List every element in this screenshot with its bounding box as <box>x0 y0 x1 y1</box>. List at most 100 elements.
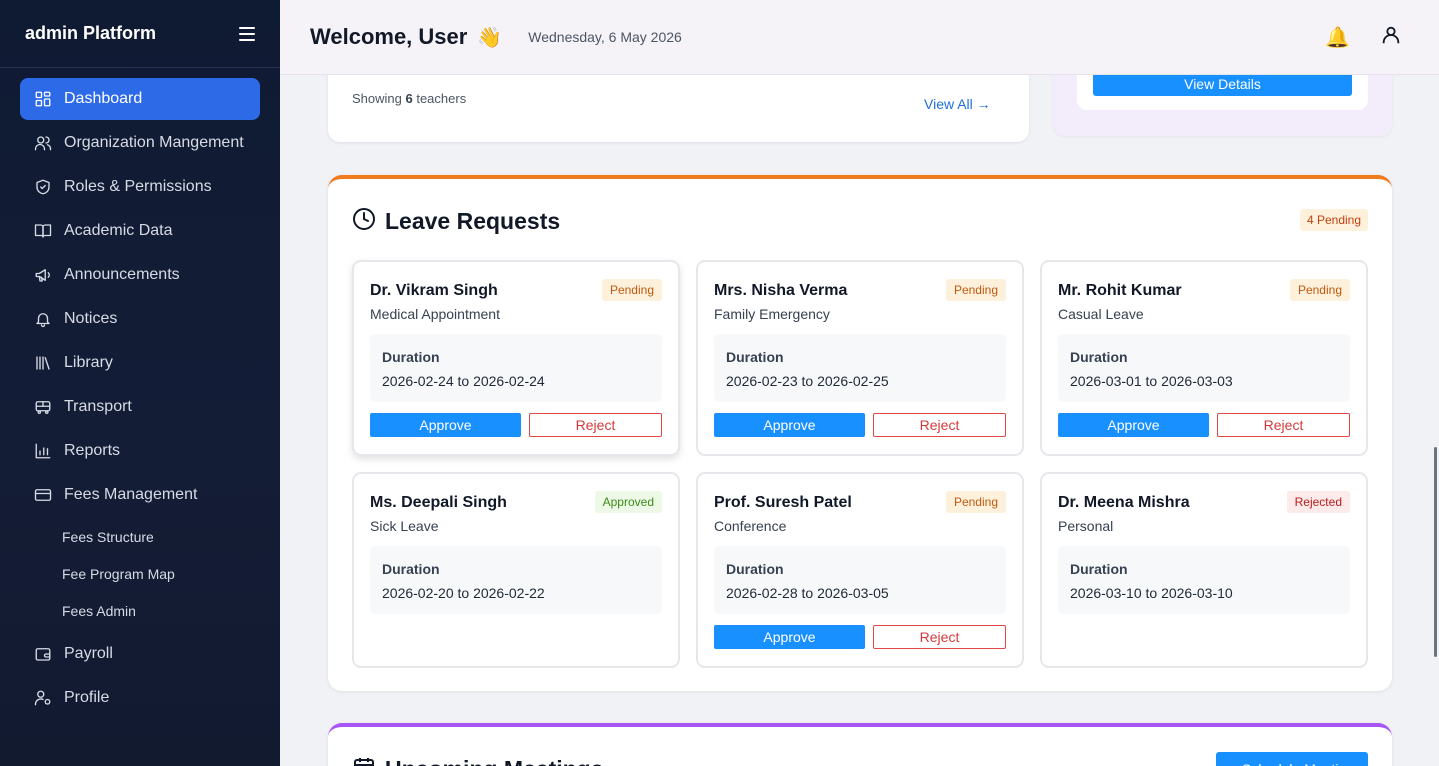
status-badge: Pending <box>1289 279 1350 301</box>
sidebar-item-academic[interactable]: Academic Data <box>20 210 260 252</box>
sidebar-subitem-fee-program-map[interactable]: Fee Program Map <box>20 555 260 592</box>
leave-request-card: Mrs. Nisha Verma Family Emergency Pendin… <box>696 260 1024 456</box>
summary-card: View Details <box>1053 75 1392 136</box>
sidebar-item-organization[interactable]: Organization Mangement <box>20 122 260 164</box>
leave-requests-grid: Dr. Vikram Singh Medical Appointment Pen… <box>352 260 1368 668</box>
sidebar-item-label: Academic Data <box>64 222 173 239</box>
sidebar-item-label: Roles & Permissions <box>64 178 212 195</box>
view-details-button[interactable]: View Details <box>1093 75 1352 96</box>
sidebar-item-label: Fees Management <box>64 486 198 503</box>
requester-name: Ms. Deepali Singh <box>370 494 507 511</box>
approve-button[interactable]: Approve <box>370 413 521 437</box>
welcome-title: Welcome, User <box>310 24 468 49</box>
brand-title: admin Platform <box>25 23 157 43</box>
duration-box: Duration 2026-02-23 to 2026-02-25 <box>714 334 1006 402</box>
duration-box: Duration 2026-03-01 to 2026-03-03 <box>1058 334 1350 402</box>
sidebar-item-notices[interactable]: Notices <box>20 298 260 340</box>
schedule-meeting-button[interactable]: + Schedule Meeting <box>1215 752 1368 766</box>
sidebar-item-label: Announcements <box>64 266 180 283</box>
reject-button[interactable]: Reject <box>873 413 1006 437</box>
sidebar-item-fees[interactable]: Fees Management <box>20 474 260 516</box>
chart-icon <box>34 442 52 460</box>
sidebar-item-label: Dashboard <box>64 90 143 107</box>
reject-button[interactable]: Reject <box>873 625 1006 649</box>
header-actions: 🔔 <box>1325 24 1402 51</box>
sidebar-item-announcements[interactable]: Announcements <box>20 254 260 296</box>
shield-icon <box>34 178 52 196</box>
sidebar-item-label: Transport <box>64 398 132 415</box>
requester-name: Mr. Rohit Kumar <box>1058 282 1182 299</box>
leave-request-card: Prof. Suresh Patel Conference Pending Du… <box>696 472 1024 668</box>
leave-type: Medical Appointment <box>370 306 500 322</box>
duration-box: Duration 2026-02-28 to 2026-03-05 <box>714 546 1006 614</box>
summary-card-inner: View Details <box>1077 75 1368 110</box>
duration-box: Duration 2026-02-24 to 2026-02-24 <box>370 334 662 402</box>
duration-value: 2026-03-01 to 2026-03-03 <box>1070 373 1233 389</box>
meetings-title: Upcoming Meetings <box>385 756 604 766</box>
requester-name: Dr. Vikram Singh <box>370 282 498 299</box>
approve-button[interactable]: Approve <box>714 413 865 437</box>
main-content: Showing 6 teachers View All → View Detai… <box>280 75 1439 766</box>
approve-button[interactable]: Approve <box>1058 413 1209 437</box>
teachers-card: Showing 6 teachers View All → <box>328 75 1029 142</box>
sidebar-item-dashboard[interactable]: Dashboard <box>20 78 260 120</box>
duration-value: 2026-02-28 to 2026-03-05 <box>726 585 889 601</box>
top-header: Welcome, User 👋 Wednesday, 6 May 2026 🔔 <box>280 0 1439 75</box>
status-badge: Approved <box>594 491 662 513</box>
duration-box: Duration 2026-03-10 to 2026-03-10 <box>1058 546 1350 614</box>
duration-label: Duration <box>382 561 440 577</box>
reject-button[interactable]: Reject <box>1217 413 1350 437</box>
duration-label: Duration <box>1070 349 1128 365</box>
sidebar-item-library[interactable]: Library <box>20 342 260 384</box>
duration-label: Duration <box>726 349 784 365</box>
sidebar-item-label: Library <box>64 354 113 371</box>
teachers-count: 6 <box>405 91 413 106</box>
users-icon <box>34 134 52 152</box>
sidebar-item-reports[interactable]: Reports <box>20 430 260 472</box>
user-cog-icon <box>34 689 52 707</box>
sidebar-item-payroll[interactable]: Payroll <box>20 633 260 675</box>
duration-value: 2026-02-23 to 2026-02-25 <box>726 373 889 389</box>
leave-requests-card: Leave Requests 4 Pending Dr. Vikram Sing… <box>328 175 1392 691</box>
upcoming-meetings-card: Upcoming Meetings + Schedule Meeting <box>328 723 1392 766</box>
sidebar-subitem-fees-admin[interactable]: Fees Admin <box>20 592 260 629</box>
sidebar-item-label: Payroll <box>64 645 113 662</box>
user-profile-icon[interactable] <box>1380 24 1402 51</box>
sidebar-item-label: Profile <box>64 689 110 706</box>
sidebar-item-transport[interactable]: Transport <box>20 386 260 428</box>
sidebar-item-label: Reports <box>64 442 121 459</box>
status-badge: Pending <box>945 491 1006 513</box>
wave-icon: 👋 <box>477 26 503 49</box>
requester-name: Prof. Suresh Patel <box>714 494 852 511</box>
notification-bell-icon[interactable]: 🔔 <box>1325 25 1350 50</box>
status-badge: Pending <box>945 279 1006 301</box>
library-icon <box>34 354 52 372</box>
page-scrollbar[interactable] <box>1434 447 1437 657</box>
sidebar: admin Platform Dashboard Organization Ma… <box>0 0 280 766</box>
duration-label: Duration <box>382 349 440 365</box>
leave-requests-header: Leave Requests <box>352 207 560 236</box>
grid-icon <box>34 90 52 108</box>
leave-type: Conference <box>714 518 787 534</box>
duration-value: 2026-02-24 to 2026-02-24 <box>382 373 545 389</box>
view-all-teachers-link[interactable]: View All → <box>924 96 991 112</box>
pending-count-badge: 4 Pending <box>1299 209 1368 231</box>
leave-requests-title: Leave Requests <box>385 208 561 234</box>
reject-button[interactable]: Reject <box>529 413 662 437</box>
sidebar-item-roles[interactable]: Roles & Permissions <box>20 166 260 208</box>
leave-request-card: Ms. Deepali Singh Sick Leave Approved Du… <box>352 472 680 668</box>
duration-box: Duration 2026-02-20 to 2026-02-22 <box>370 546 662 614</box>
status-badge: Pending <box>601 279 662 301</box>
current-date: Wednesday, 6 May 2026 <box>528 29 682 45</box>
approve-button[interactable]: Approve <box>714 625 865 649</box>
wallet-icon <box>34 645 52 663</box>
sidebar-subitem-fees-structure[interactable]: Fees Structure <box>20 518 260 555</box>
leave-type: Personal <box>1058 518 1114 534</box>
sidebar-item-profile[interactable]: Profile <box>20 677 260 719</box>
status-badge: Rejected <box>1286 491 1350 513</box>
duration-value: 2026-03-10 to 2026-03-10 <box>1070 585 1233 601</box>
clock-icon <box>352 207 376 236</box>
leave-request-card: Dr. Vikram Singh Medical Appointment Pen… <box>352 260 680 456</box>
hamburger-menu-icon[interactable] <box>239 26 255 41</box>
sidebar-item-label: Notices <box>64 310 118 327</box>
